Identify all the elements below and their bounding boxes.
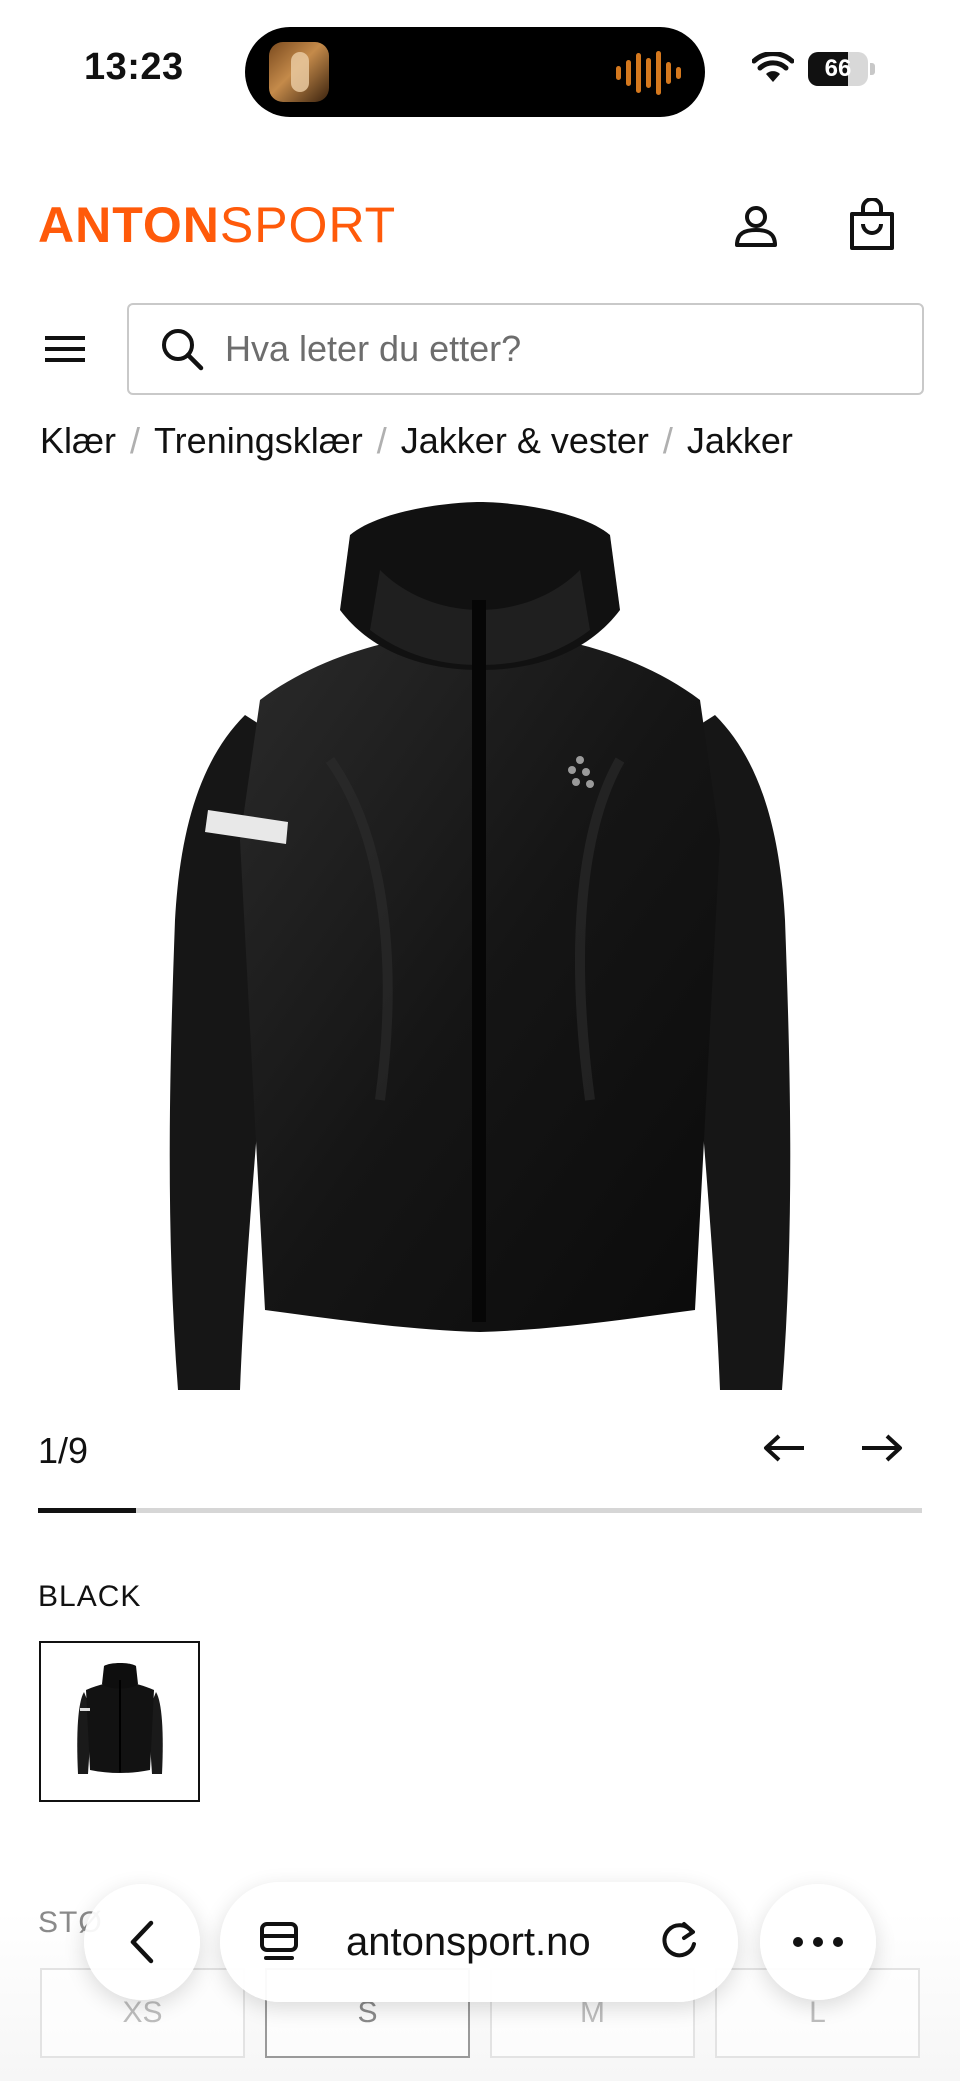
gallery-progress [38, 1508, 922, 1513]
hamburger-menu-icon [45, 336, 85, 362]
breadcrumb-item-klaer[interactable]: Klær [40, 420, 116, 461]
tabs-icon[interactable] [258, 1920, 302, 1966]
battery-indicator: 66 [808, 52, 868, 86]
color-swatch-black[interactable] [39, 1641, 200, 1802]
menu-button[interactable] [36, 326, 94, 372]
jacket-thumbnail [76, 1662, 163, 1774]
black-jacket-image [169, 502, 791, 1390]
battery-percent: 66 [824, 55, 852, 82]
audio-waveform-icon [616, 51, 681, 95]
browser-more-button[interactable] [760, 1884, 876, 2000]
anton-sport-logo[interactable]: ANTONSPORT [38, 196, 396, 254]
breadcrumb-separator: / [130, 420, 141, 461]
shopping-bag-icon [850, 198, 894, 250]
logo-bold-text: ANTON [38, 197, 220, 253]
gallery-progress-fill [38, 1508, 137, 1513]
search-icon [159, 326, 205, 372]
search-input[interactable] [225, 328, 865, 370]
product-image[interactable] [150, 500, 810, 1400]
reload-icon[interactable] [656, 1918, 702, 1964]
status-time: 13:23 [84, 46, 184, 88]
breadcrumb-separator: / [662, 420, 673, 461]
cart-button[interactable] [840, 190, 904, 260]
wifi-icon [752, 52, 794, 82]
dynamic-island[interactable] [245, 27, 705, 117]
battery-tip [870, 63, 875, 75]
more-icon [793, 1937, 843, 1947]
chevron-left-icon [130, 1920, 154, 1964]
browser-address-bar[interactable]: antonsport.no [220, 1882, 738, 2002]
breadcrumb: Klær / Treningsklær / Jakker & vester / Jakker [40, 420, 793, 462]
now-playing-artwork [269, 42, 329, 102]
breadcrumb-separator: / [376, 420, 387, 461]
arrow-left-icon [764, 1434, 804, 1462]
address-url: antonsport.no [346, 1920, 591, 1964]
breadcrumb-item-jakker[interactable]: Jakker [687, 420, 793, 461]
account-button[interactable] [724, 194, 788, 258]
gallery-next-button[interactable] [852, 1424, 912, 1472]
person-icon [735, 206, 777, 247]
gallery-prev-button[interactable] [754, 1424, 814, 1472]
color-name: BLACK [38, 1580, 142, 1613]
arrow-right-icon [862, 1434, 902, 1462]
browser-back-button[interactable] [84, 1884, 200, 2000]
breadcrumb-item-treningsklaer[interactable]: Treningsklær [154, 420, 363, 461]
status-bar: 13:23 66 [0, 0, 960, 130]
gallery-counter: 1/9 [38, 1430, 89, 1471]
search-box[interactable] [127, 303, 924, 395]
breadcrumb-item-jakker-vester[interactable]: Jakker & vester [401, 420, 649, 461]
logo-light-text: SPORT [219, 197, 397, 253]
